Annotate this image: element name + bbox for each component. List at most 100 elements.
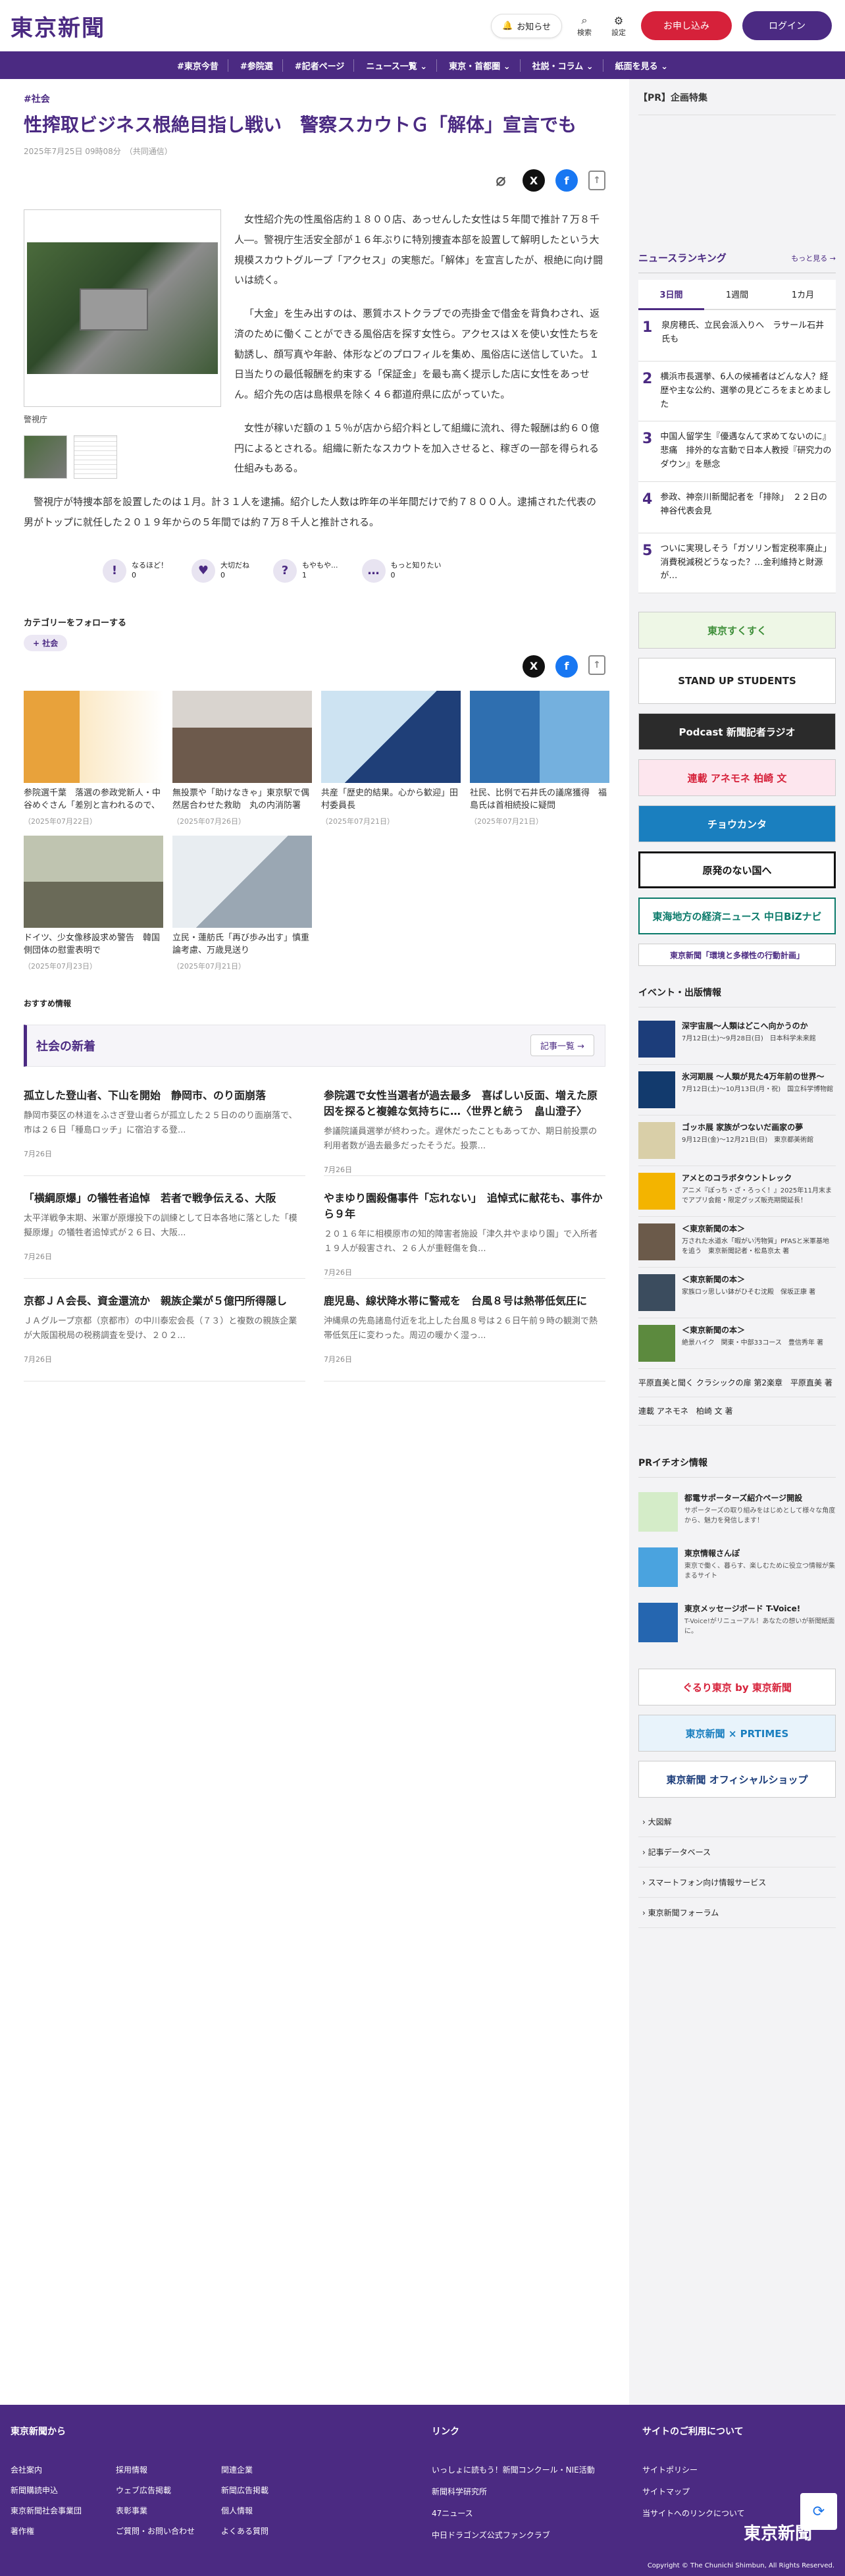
sidebar-link[interactable]: › スマートフォン向け情報サービス — [638, 1867, 836, 1898]
facebook-share-icon[interactable]: f — [555, 655, 578, 678]
article-category-tag[interactable]: #社会 — [24, 92, 605, 105]
gnav-item-news-list[interactable]: ニュース一覧 ⌄ — [357, 59, 438, 72]
notification-button[interactable]: 🔔 お知らせ — [491, 13, 562, 38]
footer-link[interactable]: 著作権 — [11, 2525, 116, 2536]
news-item[interactable]: 参院選で女性当選者が過去最多 喜ばしい反面、増えた原因を探ると複雑な気持ちに…〈… — [324, 1083, 605, 1176]
tab-1week[interactable]: 1週間 — [704, 280, 770, 310]
facebook-share-icon[interactable]: f — [555, 169, 578, 192]
footer-link[interactable]: 中日ドラゴンズ公式ファンクラブ — [432, 2529, 642, 2540]
thumbnail[interactable] — [24, 435, 67, 479]
sidebar-link[interactable]: › 東京新聞フォーラム — [638, 1898, 836, 1929]
x-share-icon[interactable]: X — [523, 655, 545, 678]
ranking-item[interactable]: 1 泉房穂氏、立民会派入りへ ラサール石井氏も — [638, 310, 836, 362]
footer-link[interactable]: よくある質問 — [221, 2525, 326, 2536]
gnav-item-editorial[interactable]: 社説・コラム ⌄ — [523, 59, 603, 72]
footer-link[interactable]: 関連企業 — [221, 2464, 326, 2475]
banner-chokanta[interactable]: チョウカンタ — [638, 805, 836, 843]
gnav-item-konjaku[interactable]: #東京今昔 — [168, 59, 228, 72]
footer-link[interactable]: 47ニュース — [432, 2508, 642, 2519]
event-text-link[interactable]: 連載 アネモネ 柏崎 文 著 — [638, 1397, 836, 1426]
reaction-naruhodo[interactable]: ! なるほど！ 0 — [103, 558, 168, 583]
footer-link[interactable]: 個人情報 — [221, 2505, 326, 2516]
footer-heading: リンク — [432, 2427, 459, 2437]
tab-3days[interactable]: 3日間 — [638, 280, 704, 310]
footer-link[interactable]: 採用情報 — [116, 2464, 221, 2475]
footer-link[interactable]: 東京新聞社会事業団 — [11, 2505, 116, 2516]
footer-link[interactable]: ウェブ広告掲載 — [116, 2484, 221, 2496]
gnav-item-tokyo[interactable]: 東京・首都圏 ⌄ — [440, 59, 521, 72]
footer-link[interactable]: 表彰事業 — [116, 2505, 221, 2516]
reaction-taisetsu[interactable]: ♥ 大切だね 0 — [192, 558, 249, 583]
banner-environment[interactable]: 東京新聞「環境と多様性の行動計画」 — [638, 944, 836, 967]
event-item[interactable]: アメとのコラボタウントレック アニメ『ぽっち・ざ・ろっく！』2025年11月末まで… — [638, 1166, 836, 1218]
thumbnail[interactable] — [74, 435, 117, 479]
related-card[interactable]: 共産「歴史的結果。心から歓迎」田村委員長 （2025年07月21日） — [321, 690, 461, 826]
sidebar-link[interactable]: › 記事データベース — [638, 1837, 836, 1868]
main-photo[interactable] — [24, 209, 221, 408]
ranking-item[interactable]: 3 中国人留学生『優遇なんて求めてないのに』悲痛 排外的な言動で日本人教授『研究力… — [638, 421, 836, 482]
x-share-icon[interactable]: X — [523, 169, 545, 192]
ranking-more-link[interactable]: もっと見る → — [791, 253, 836, 263]
pr-item[interactable]: 都電サポーターズ紹介ページ開設 サポーターズの取り組みをはじめとして様々な角度から… — [638, 1484, 836, 1540]
gnav-item-election[interactable]: #参院選 — [231, 59, 283, 72]
event-item[interactable]: ＜東京新聞の本＞ 万された水道水「暇がい汚物質」PFASと米軍基地を追う 東京新聞… — [638, 1217, 836, 1268]
gnav-item-reporter[interactable]: #記者ページ — [286, 59, 355, 72]
ranking-item[interactable]: 4 参政、神奈川新聞記者を「排除」 ２２日の神谷代表会見 — [638, 481, 836, 533]
news-item[interactable]: やまゆり園殺傷事件「忘れない」 追悼式に献花も、事件から９年 ２０１６年に相模原市… — [324, 1185, 605, 1279]
pr-item[interactable]: 東京情報さんぽ 東京で働く、暮らす、楽しむために役立つ情報が集まるサイト — [638, 1540, 836, 1595]
tab-1month[interactable]: 1カ月 — [770, 280, 836, 310]
event-text-link[interactable]: 平原直美と聞く クラシックの扉 第2楽章 平原直美 著 — [638, 1369, 836, 1398]
related-card[interactable]: 無投票や「助けなきゃ」東京駅で偶然居合わせた救助 丸の内消防署 4人に感謝状 （2… — [172, 690, 312, 826]
footer-link[interactable]: 新聞科学研究所 — [432, 2486, 642, 2497]
search-button[interactable]: ⌕ 検索 — [573, 14, 596, 38]
clip-icon[interactable]: ⌀ — [490, 169, 512, 192]
gnav-item-paper[interactable]: 紙面を見る ⌄ — [606, 59, 677, 72]
ranking-item[interactable]: 5 ついに実現しそう「ガソリン暫定税率廃止」消費税減税どうなった？…金利維持と財源… — [638, 533, 836, 594]
event-item[interactable]: ゴッホ展 家族がつないだ画家の夢 9月12日(金)〜12月21日(日) 東京都美術… — [638, 1115, 836, 1167]
event-item[interactable]: ＜東京新聞の本＞ 絶景ハイク 関東・中部33コース 豊信秀年 著 — [638, 1318, 836, 1370]
footer-link[interactable]: いっしょに読もう！新聞コンクール・NIE活動 — [432, 2464, 642, 2475]
subscribe-button[interactable]: お申し込み — [641, 11, 732, 40]
news-item[interactable]: 「横綱原爆」の犠牲者追悼 若者で戦争伝える、大阪 太平洋戦争末期、米軍が原爆投下の… — [24, 1185, 305, 1279]
login-button[interactable]: ログイン — [742, 11, 832, 40]
footer-link[interactable]: サイトマップ — [642, 2486, 745, 2497]
footer-logo[interactable]: 東京新聞 — [744, 2520, 812, 2544]
footer-link[interactable]: 会社案内 — [11, 2464, 116, 2475]
banner-shop[interactable]: 東京新聞 オフィシャルショップ — [638, 1761, 836, 1798]
news-item[interactable]: 鹿児島、線状降水帯に警戒を 台風８号は熱帯低気圧に 沖縄県の先島諸島付近を北上した… — [324, 1288, 605, 1382]
news-item[interactable]: 京都ＪＡ会長、資金還流か 親族企業が５億円所得隠し ＪＡグループ京都（京都市）の中… — [24, 1288, 305, 1382]
site-logo[interactable]: 東京新聞 — [11, 10, 105, 42]
banner-radio[interactable]: Podcast 新聞記者ラジオ — [638, 713, 836, 751]
footer-col-company: 東京新聞から 会社案内 採用情報 関連企業 新聞購読申込 ウェブ広告掲載 新聞広… — [11, 2425, 432, 2540]
related-card[interactable]: 参院選千葉 落選の参政党新人・中谷めぐさん「差別と言われるので、言えなかった」選… — [24, 690, 163, 826]
related-card[interactable]: 立民・蓮舫氏「再び歩み出す」慎重論考慮、万歳見送り （2025年07月21日） — [172, 835, 312, 971]
event-item[interactable]: ＜東京新聞の本＞ 家族ロッ思しい鉢がひそむ沈殿 保坂正康 著 — [638, 1268, 836, 1319]
share-icon[interactable]: ↑ — [588, 171, 605, 191]
follow-category-chip[interactable]: + 社会 — [24, 634, 68, 651]
banner-standup-students[interactable]: STAND UP STUDENTS — [638, 658, 836, 705]
banner-anemone[interactable]: 連載 アネモネ 柏崎 文 — [638, 759, 836, 797]
article-list-button[interactable]: 記事一覧 → — [530, 1034, 594, 1057]
sidebar-link[interactable]: › 大図解 — [638, 1807, 836, 1838]
settings-button[interactable]: ⚙ 設定 — [607, 14, 630, 38]
share-icon[interactable]: ↑ — [588, 655, 605, 675]
pr-item[interactable]: 東京メッセージボード T-Voice! T-Voice!がリニューアル！あなたの想… — [638, 1595, 836, 1650]
reaction-motto[interactable]: … もっと知りたい 0 — [361, 558, 442, 583]
banner-gururi[interactable]: ぐるり東京 by 東京新聞 — [638, 1669, 836, 1706]
related-card[interactable]: 社民、比例で石井氏の議席獲得 福島氏は首相続投に疑問 （2025年07月21日） — [470, 690, 609, 826]
event-item[interactable]: 氷河期展 〜人類が見た4万年前の世界〜 7月12日(土)〜10月13日(月・祝) … — [638, 1065, 836, 1116]
event-item[interactable]: 深宇宙展〜人類はどこへ向かうのか 7月12日(土)〜9月28日(日) 日本科学未来… — [638, 1014, 836, 1065]
related-card[interactable]: ドイツ、少女像移設求め警告 韓国側団体の慰霊表明で （2025年07月23日） — [24, 835, 163, 971]
footer-link[interactable]: 新聞広告掲載 — [221, 2484, 326, 2496]
banner-genpatsu[interactable]: 原発のない国へ — [638, 851, 836, 889]
footer-link[interactable]: 新聞購読申込 — [11, 2484, 116, 2496]
reaction-moyamoya[interactable]: ? もやもや... 1 — [273, 558, 338, 583]
ranking-item[interactable]: 2 横浜市長選挙、6人の候補者はどんな人？経歴や主な公約、選挙の見どころをまとめま… — [638, 362, 836, 422]
banner-bizunavi[interactable]: 東海地方の経済ニュース 中日BiZナビ — [638, 898, 836, 935]
footer-link[interactable]: サイトポリシー — [642, 2464, 745, 2475]
footer-link[interactable]: ご質問・お問い合わせ — [116, 2525, 221, 2536]
footer-link[interactable]: 当サイトへのリンクについて — [642, 2508, 745, 2519]
banner-sukusuku[interactable]: 東京すくすく — [638, 612, 836, 649]
news-item[interactable]: 孤立した登山者、下山を開始 静岡市、のり面崩落 静岡市葵区の林道をふさぎ登山者らが… — [24, 1083, 305, 1176]
banner-prtimes[interactable]: 東京新聞 × PRTIMES — [638, 1715, 836, 1752]
